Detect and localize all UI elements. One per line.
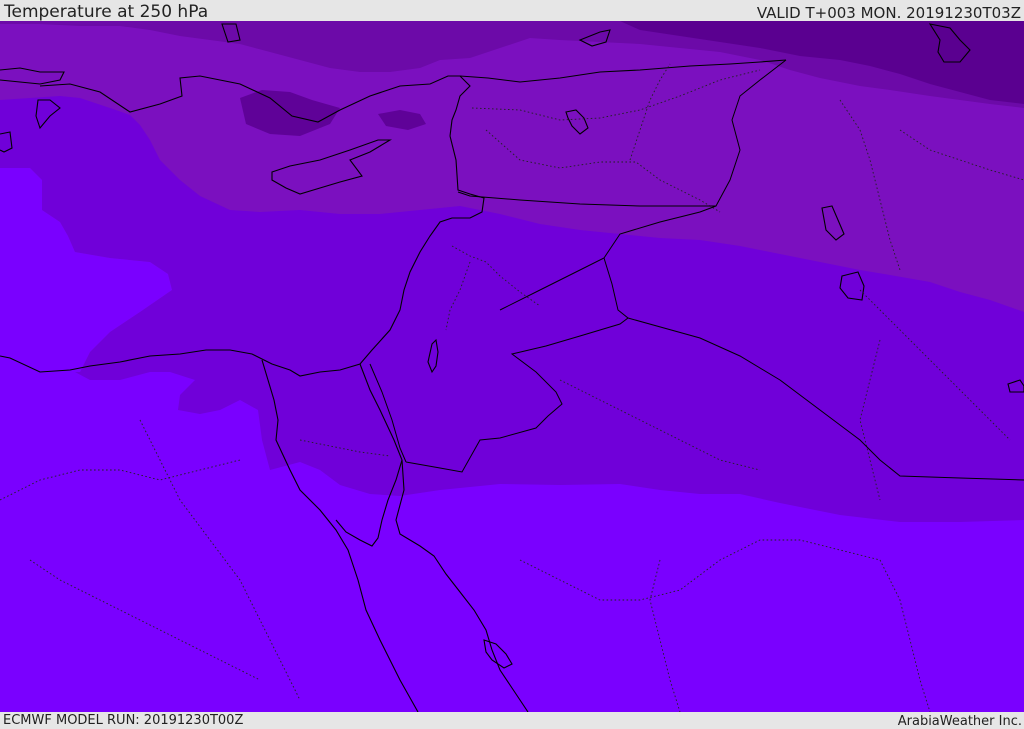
credit-label: ArabiaWeather Inc. (897, 714, 1022, 729)
map-canvas (0, 21, 1024, 712)
map-title: Temperature at 250 hPa (4, 2, 209, 22)
map-figure: Temperature at 250 hPa VALID T+003 MON. … (0, 0, 1024, 729)
valid-time: VALID T+003 MON. 20191230T03Z (756, 4, 1021, 22)
model-run-label: ECMWF MODEL RUN: 20191230T00Z (3, 713, 244, 728)
header-bar: Temperature at 250 hPa VALID T+003 MON. … (0, 0, 1024, 22)
temperature-map (0, 21, 1024, 712)
footer-bar: ECMWF MODEL RUN: 20191230T00Z ArabiaWeat… (0, 712, 1024, 729)
